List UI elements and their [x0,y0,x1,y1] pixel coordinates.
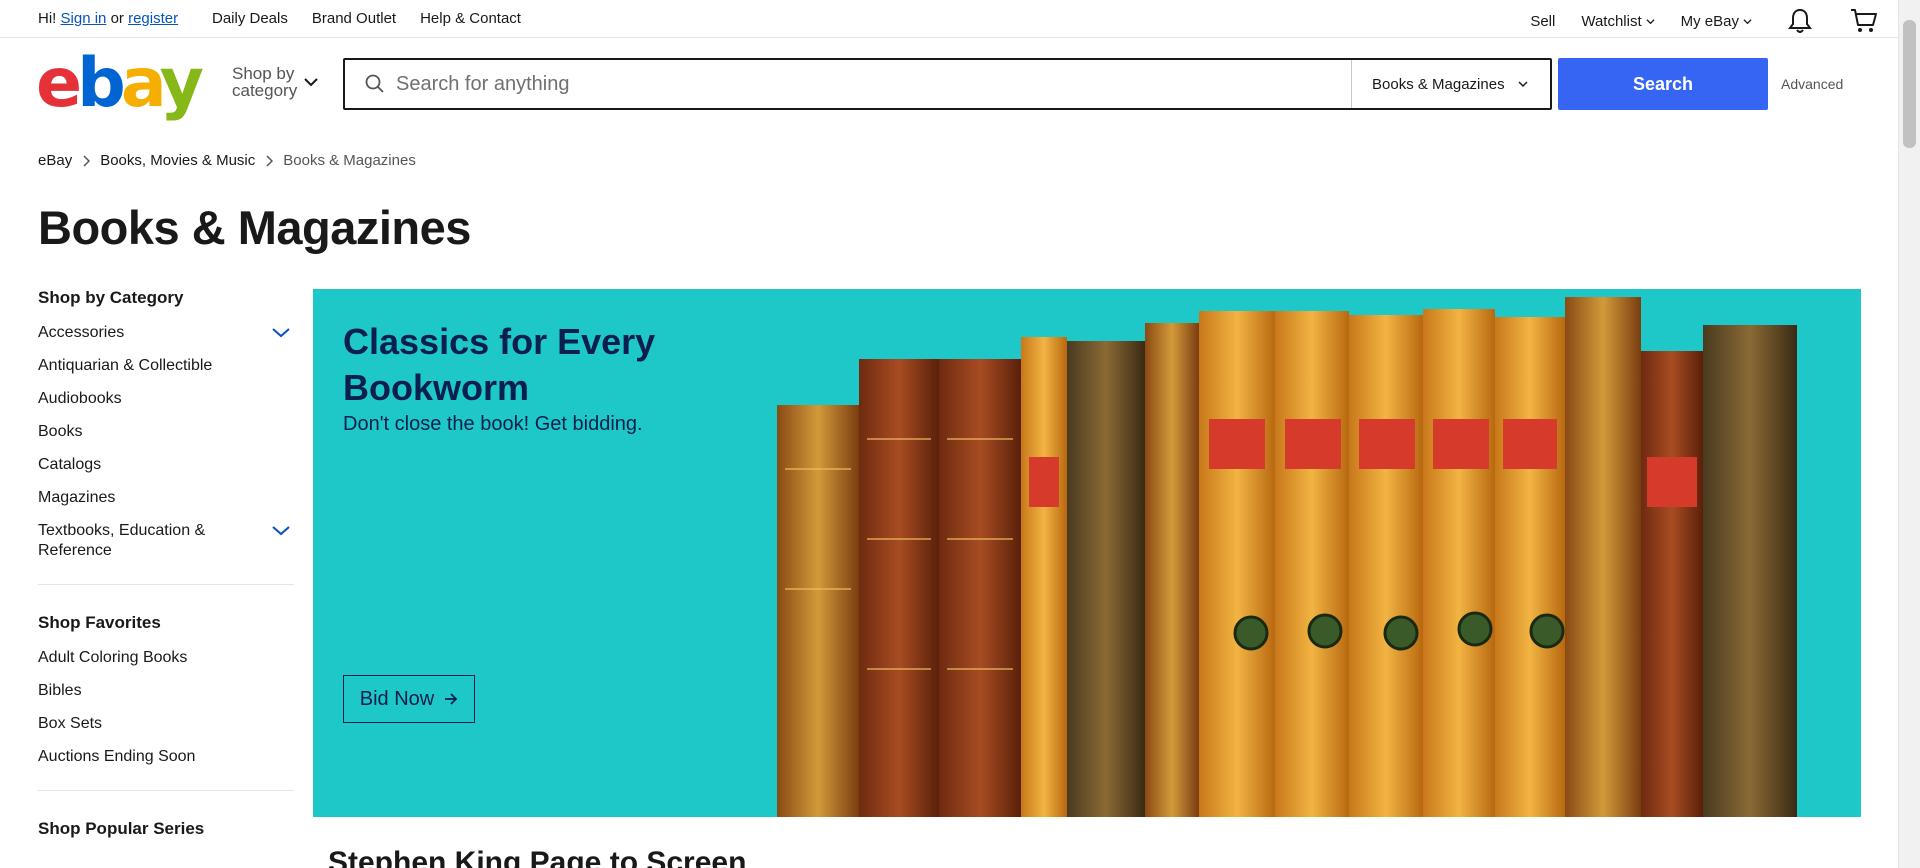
sign-in-link[interactable]: Sign in [61,10,107,27]
sell-label: Sell [1530,12,1556,30]
search-icon [365,74,384,93]
search-bar: Books & Magazines [343,58,1552,110]
arrow-right-icon [445,693,458,705]
register-link[interactable]: register [128,10,178,27]
shop-by-category-section: Shop by Category Accessories Antiquarian… [38,288,294,585]
sidebar-item-accessories[interactable]: Accessories [38,323,294,343]
sidebar-item-audiobooks[interactable]: Audiobooks [38,389,294,409]
sidebar-item-auctions-ending-soon[interactable]: Auctions Ending Soon [38,747,294,767]
antique-books-image [777,289,1861,817]
hero-title: Classics for Every Bookworm [343,321,656,408]
hero-banner[interactable]: Classics for Every Bookworm Don't close … [313,289,1861,817]
stephen-king-section-title: Stephen King Page to Screen [328,846,747,868]
hero-subtitle: Don't close the book! Get bidding. [343,413,643,435]
bid-now-label: Bid Now [359,687,435,710]
sidebar-item-antiquarian[interactable]: Antiquarian & Collectible [38,356,294,376]
top-right-nav: Sell Watchlist My eBay [1504,8,1878,34]
brand-outlet-link[interactable]: Brand Outlet [312,10,396,27]
breadcrumb-books-movies-music[interactable]: Books, Movies & Music [100,152,255,169]
chevron-down-icon [1743,18,1752,24]
search-button[interactable]: Search [1558,58,1768,110]
logo-letter-e: e [36,44,82,123]
sidebar-item-books[interactable]: Books [38,422,294,442]
sidebar-item-box-sets[interactable]: Box Sets [38,714,294,734]
page-scrollbar[interactable] [1898,0,1920,868]
chevron-right-icon [82,154,91,167]
user-greeting: Hi! Sign in or register [38,10,178,27]
breadcrumb-ebay[interactable]: eBay [38,152,72,169]
section-heading: Shop Popular Series [38,819,205,838]
sidebar-item-label: Textbooks, Education & Reference [38,522,206,559]
search-category-select[interactable]: Books & Magazines [1351,60,1550,108]
logo-letter-y: y [159,44,204,123]
chevron-down-icon [1518,81,1528,88]
sidebar-item-magazines[interactable]: Magazines [38,488,294,508]
watchlist-label: Watchlist [1581,12,1642,30]
bid-now-button[interactable]: Bid Now [343,675,475,723]
greeting-text: Hi! [38,10,57,27]
header: ebay Shop by category Books & Magazines … [0,38,1898,132]
bell-icon [1788,8,1812,33]
section-heading: Shop by Category [38,288,184,307]
sidebar-item-label: Accessories [38,324,125,341]
shop-by-category-label: Shop by category [232,64,298,100]
breadcrumb: eBay Books, Movies & Music Books & Magaz… [38,152,416,169]
chevron-down-icon [304,78,318,87]
or-text: or [110,10,124,27]
shop-by-category-button[interactable]: Shop by category [232,65,318,99]
breadcrumb-current: Books & Magazines [283,152,416,169]
ebay-logo[interactable]: ebay [36,50,204,118]
daily-deals-link[interactable]: Daily Deals [212,10,288,27]
my-ebay-menu[interactable]: My eBay [1681,13,1752,30]
cart-icon [1851,9,1877,32]
top-bar: Hi! Sign in or register Daily Deals Bran… [0,0,1898,38]
my-ebay-label: My eBay [1680,12,1739,30]
chevron-right-icon [265,154,274,167]
sidebar-item-adult-coloring-books[interactable]: Adult Coloring Books [38,648,294,668]
logo-letter-b: b [77,44,126,123]
section-heading: Shop Favorites [38,613,161,632]
top-nav: Daily Deals Brand Outlet Help & Contact [212,10,521,27]
help-contact-link[interactable]: Help & Contact [420,10,521,27]
sidebar-item-textbooks[interactable]: Textbooks, Education & Reference [38,521,294,561]
sidebar: Shop by Category Accessories Antiquarian… [38,288,294,854]
sell-link[interactable]: Sell [1530,13,1555,30]
watchlist-menu[interactable]: Watchlist [1581,12,1655,30]
scrollbar-thumb[interactable] [1903,20,1916,148]
logo-letter-a: a [120,44,165,123]
search-category-value: Books & Magazines [1372,75,1505,93]
sidebar-item-catalogs[interactable]: Catalogs [38,455,294,475]
chevron-down-icon[interactable] [272,327,290,338]
shop-favorites-section: Shop Favorites Adult Coloring Books Bibl… [38,613,294,791]
advanced-search-link[interactable]: Advanced [1781,76,1843,92]
sidebar-item-bibles[interactable]: Bibles [38,681,294,701]
cart-button[interactable] [1850,8,1878,34]
search-input[interactable] [396,68,1296,100]
shop-popular-series-section: Shop Popular Series [38,819,294,839]
notifications-button[interactable] [1788,8,1812,34]
page-title: Books & Magazines [38,201,471,254]
chevron-down-icon [1646,18,1655,24]
chevron-down-icon[interactable] [272,525,290,536]
